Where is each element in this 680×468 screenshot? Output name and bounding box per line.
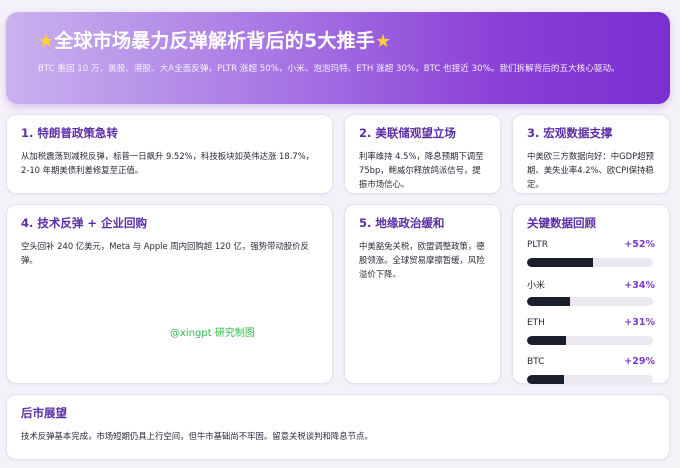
card-text: 利率维持 4.5%，降息预期下调至 75bp，鲍威尔释放鸽派信号，提振市场信心。 bbox=[359, 151, 484, 189]
star-icon: ★ bbox=[38, 31, 55, 52]
metric-item: BTC +29% bbox=[527, 356, 655, 384]
progress-track bbox=[527, 258, 653, 267]
star-icon: ★ bbox=[374, 31, 392, 52]
card-title: 2. 美联储观望立场 bbox=[359, 126, 456, 140]
card-fed-stance: 2. 美联储观望立场 利率维持 4.5%，降息预期下调至 75bp，鲍威尔释放鸽… bbox=[344, 114, 501, 194]
card-text: 中美豁免关税，欧盟调整政策，德股领涨。全球贸易摩擦暂缓，风险溢价下降。 bbox=[359, 241, 485, 279]
progress-track bbox=[527, 375, 653, 384]
progress-fill bbox=[527, 258, 593, 267]
card-tech-rebound: 4. 技术反弹 + 企业回购 空头回补 240 亿美元，Meta 与 Apple… bbox=[6, 204, 333, 384]
metrics-title: 关键数据回顾 bbox=[527, 216, 596, 230]
metrics-list: PLTR +52% 小米 +34% ETH +31% BTC +29% bbox=[527, 239, 655, 384]
metric-item: ETH +31% bbox=[527, 317, 655, 345]
progress-fill bbox=[527, 375, 564, 384]
page-title-text: 全球市场暴力反弹解析背后的5大推手 bbox=[54, 30, 375, 52]
card-text: 技术反弹基本完成，市场短期仍具上行空间，但牛市基础尚不牢固。留意关税谈判和降息节… bbox=[21, 431, 373, 441]
card-trump-policy: 1. 特朗普政策急转 从加税震荡到减税反弹，标普一日飙升 9.52%，科技板块如… bbox=[6, 114, 333, 194]
metric-value: +29% bbox=[624, 356, 655, 367]
metric-value: +31% bbox=[624, 317, 655, 328]
card-text: 空头回补 240 亿美元，Meta 与 Apple 周内回购超 120 亿，强势… bbox=[21, 241, 309, 265]
card-text: 中美欧三方数据向好：中GDP超预期、美失业率4.2%、欧CPI保持稳定。 bbox=[527, 151, 654, 189]
watermark: @xingpt 研究制图 bbox=[170, 328, 255, 339]
metric-item: PLTR +52% bbox=[527, 239, 655, 267]
card-title: 1. 特朗普政策急转 bbox=[21, 126, 118, 140]
card-title: 4. 技术反弹 + 企业回购 bbox=[21, 216, 148, 230]
card-outlook: 后市展望 技术反弹基本完成，市场短期仍具上行空间，但牛市基础尚不牢固。留意关税谈… bbox=[6, 394, 670, 460]
card-text: 从加税震荡到减税反弹，标普一日飙升 9.52%，科技板块如英伟达涨 18.7%，… bbox=[21, 151, 315, 175]
progress-track bbox=[527, 297, 653, 306]
card-geopolitics: 5. 地缘政治缓和 中美豁免关税，欧盟调整政策，德股领涨。全球贸易摩擦暂缓，风险… bbox=[344, 204, 501, 384]
card-title: 后市展望 bbox=[21, 406, 67, 420]
card-title: 5. 地缘政治缓和 bbox=[359, 216, 445, 230]
metric-label: ETH bbox=[527, 318, 545, 328]
metric-value: +34% bbox=[624, 280, 655, 291]
card-key-metrics: 关键数据回顾 PLTR +52% 小米 +34% ETH +31% BTC +2… bbox=[512, 204, 670, 384]
progress-track bbox=[527, 336, 653, 345]
metric-item: 小米 +34% bbox=[527, 278, 655, 306]
header-banner: ★全球市场暴力反弹解析背后的5大推手★ BTC 重回 10 万，美股、港股、大A… bbox=[6, 12, 670, 104]
metric-label: BTC bbox=[527, 357, 545, 367]
progress-fill bbox=[527, 336, 567, 345]
metric-value: +52% bbox=[624, 239, 655, 250]
card-macro-data: 3. 宏观数据支撑 中美欧三方数据向好：中GDP超预期、美失业率4.2%、欧CP… bbox=[512, 114, 670, 194]
card-title: 3. 宏观数据支撑 bbox=[527, 126, 613, 140]
metric-label: 小米 bbox=[527, 281, 546, 291]
progress-fill bbox=[527, 297, 570, 306]
metric-label: PLTR bbox=[527, 240, 548, 250]
page-subtitle: BTC 重回 10 万，美股、港股、大A全面反弹，PLTR 涨超 50%，小米、… bbox=[38, 64, 620, 74]
page-title: ★全球市场暴力反弹解析背后的5大推手★ bbox=[38, 28, 650, 55]
